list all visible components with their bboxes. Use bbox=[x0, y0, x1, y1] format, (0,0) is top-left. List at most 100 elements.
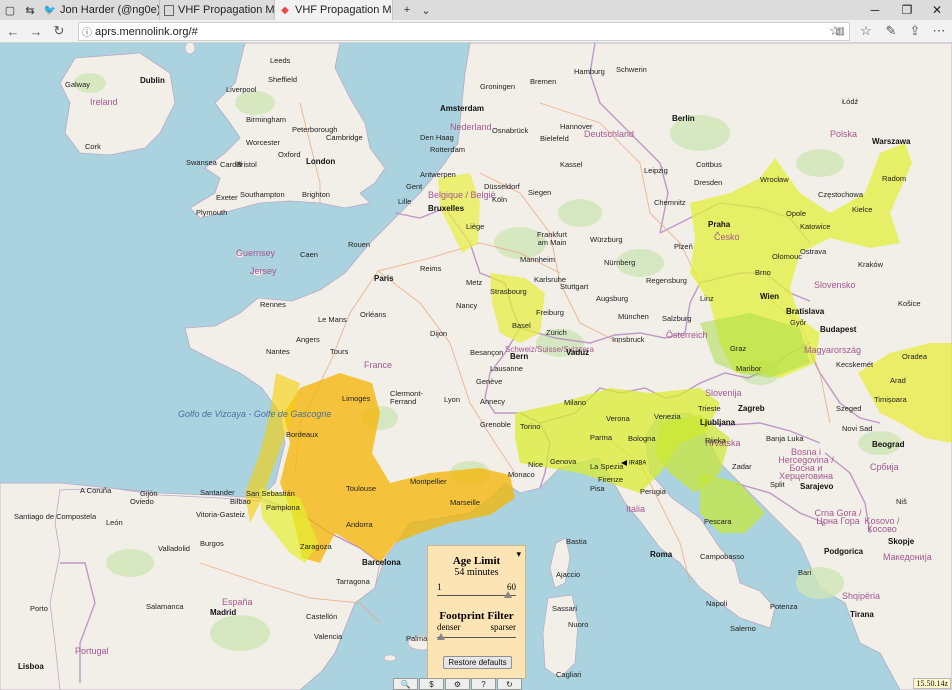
age-slider-knob[interactable] bbox=[504, 591, 513, 598]
gear-icon[interactable]: ⚙ bbox=[445, 678, 470, 690]
tab-vhf-aktu[interactable]: VHF Propagation Map: Aktu bbox=[160, 0, 275, 20]
set-tabs-aside-icon[interactable]: ⇆ bbox=[20, 0, 40, 20]
city-label: Potenza bbox=[770, 602, 798, 611]
city-label: Arad bbox=[890, 376, 906, 385]
city-label: Nürnberg bbox=[604, 258, 636, 267]
city-label: Tarragona bbox=[336, 577, 370, 586]
station-marker[interactable]: IR4BA bbox=[621, 460, 646, 467]
tab-vhf-map[interactable]: ◆ VHF Propagation Map ✕ bbox=[275, 0, 393, 20]
city-label: Milano bbox=[564, 398, 587, 407]
refresh-icon[interactable]: ↻ bbox=[497, 678, 522, 690]
minimize-icon[interactable]: ─ bbox=[860, 0, 890, 20]
city-label: Vitoria-Gasteiz bbox=[196, 510, 246, 519]
footprint-filter-title: Footprint Filter bbox=[439, 610, 514, 622]
city-label: Sarajevo bbox=[800, 482, 834, 491]
slider-track bbox=[437, 637, 516, 638]
footprint-slider-knob[interactable] bbox=[436, 633, 445, 640]
back-icon[interactable]: ← bbox=[2, 21, 24, 41]
city-label: Pescara bbox=[704, 517, 732, 526]
city-label: Swansea bbox=[186, 158, 217, 167]
dollar-icon[interactable]: $ bbox=[419, 678, 444, 690]
city-label: Bordeaux bbox=[286, 430, 319, 439]
refresh-icon[interactable]: ↻ bbox=[48, 21, 70, 41]
filter-panel: ▾ Age Limit 54 minutes 1 60 Footprint Fi… bbox=[427, 545, 526, 679]
close-window-icon[interactable]: ✕ bbox=[922, 0, 952, 20]
more-icon[interactable]: ⋯ bbox=[928, 21, 950, 41]
city-label: Nantes bbox=[266, 347, 290, 356]
tab-twitter[interactable]: 🐦 Jon Harder (@ng0e) | Twitte bbox=[40, 0, 160, 20]
city-label: Kraków bbox=[858, 260, 884, 269]
city-label: Galway bbox=[65, 80, 91, 89]
city-label: San Sebastián bbox=[246, 489, 295, 498]
city-label: Birmingham bbox=[246, 115, 287, 124]
country-label: Österreich bbox=[666, 330, 708, 340]
search-icon[interactable]: 🔍 bbox=[393, 678, 418, 690]
timestamp-badge: 15.50.14z bbox=[913, 678, 951, 689]
city-label: Podgorica bbox=[824, 547, 864, 556]
city-label: Rijeka bbox=[705, 436, 726, 445]
age-limit-value: 54 minutes bbox=[454, 567, 499, 578]
chevron-down-icon[interactable]: ⌄ bbox=[416, 0, 436, 20]
station-triangle-icon bbox=[621, 460, 627, 466]
country-label: Magyarország bbox=[804, 345, 862, 355]
city-label: Banja Luka bbox=[766, 434, 804, 443]
city-label: Częstochowa bbox=[818, 190, 864, 199]
city-label: Worcester bbox=[246, 138, 281, 147]
city-label: Leeds bbox=[270, 56, 291, 65]
favorites-hub-icon[interactable]: ☆ bbox=[855, 21, 877, 41]
city-label: Madrid bbox=[210, 608, 237, 617]
city-label: Bielefeld bbox=[540, 134, 569, 143]
share-icon[interactable]: ⇪ bbox=[904, 21, 926, 41]
restore-icon[interactable]: ❐ bbox=[892, 0, 922, 20]
help-icon[interactable]: ? bbox=[471, 678, 496, 690]
city-label: Burgos bbox=[200, 539, 224, 548]
city-label: Venezia bbox=[654, 412, 681, 421]
country-label: France bbox=[364, 360, 393, 370]
city-label: Bremen bbox=[530, 77, 557, 86]
country-label: Slovensko bbox=[814, 280, 856, 290]
city-label: Reims bbox=[420, 264, 442, 273]
city-label: Innsbruck bbox=[612, 335, 645, 344]
city-label: Valencia bbox=[314, 632, 343, 641]
city-label: Barcelona bbox=[362, 558, 401, 567]
land-isle-of-man bbox=[184, 43, 196, 55]
restore-defaults-button[interactable]: Restore defaults bbox=[443, 656, 512, 669]
city-label: Düsseldorf bbox=[484, 182, 520, 191]
country-label: Belgique / België bbox=[428, 190, 496, 200]
city-label: Würzburg bbox=[590, 235, 623, 244]
city-label: Beograd bbox=[872, 440, 905, 449]
new-tab-icon[interactable]: + bbox=[397, 0, 417, 20]
city-label: Hamburg bbox=[574, 67, 605, 76]
city-label: Dresden bbox=[694, 178, 723, 187]
city-label: Firenze bbox=[598, 475, 624, 484]
city-label: Wien bbox=[760, 292, 780, 301]
city-label: Split bbox=[770, 480, 785, 489]
forward-icon[interactable]: → bbox=[25, 21, 47, 41]
collapse-icon[interactable]: ▾ bbox=[516, 549, 521, 560]
city-label: Bologna bbox=[628, 434, 656, 443]
city-label: Oradea bbox=[902, 352, 928, 361]
tab-preview-icon[interactable]: ▢ bbox=[0, 0, 20, 20]
city-label: Napoli bbox=[706, 599, 728, 608]
address-bar[interactable]: ⓘ aprs.mennolink.org/# ▥ bbox=[78, 22, 850, 41]
city-label: Kecskemét bbox=[836, 360, 874, 369]
footprint-filter-slider[interactable] bbox=[436, 633, 516, 640]
city-label: Perugia bbox=[640, 487, 666, 496]
age-limit-slider[interactable] bbox=[437, 591, 516, 598]
city-label: Plymouth bbox=[196, 208, 228, 217]
city-label: Marseille bbox=[450, 498, 481, 507]
country-label: Crna Gora / Црна Гора bbox=[814, 508, 862, 526]
footprint-denser-label: denser bbox=[437, 622, 461, 632]
city-label: Cagliari bbox=[556, 670, 582, 679]
city-label: Basel bbox=[512, 321, 531, 330]
web-note-icon[interactable]: ✎ bbox=[880, 21, 902, 41]
city-label: Toulouse bbox=[346, 484, 377, 493]
city-label: Rouen bbox=[348, 240, 371, 249]
favorite-star-icon[interactable]: ☆ bbox=[824, 21, 846, 41]
city-label: Radom bbox=[882, 174, 907, 183]
city-label: León bbox=[106, 518, 123, 527]
city-label: Graz bbox=[730, 344, 747, 353]
city-label: Stuttgart bbox=[560, 282, 589, 291]
country-label: Ireland bbox=[90, 97, 118, 107]
city-label: Leipzig bbox=[644, 166, 668, 175]
